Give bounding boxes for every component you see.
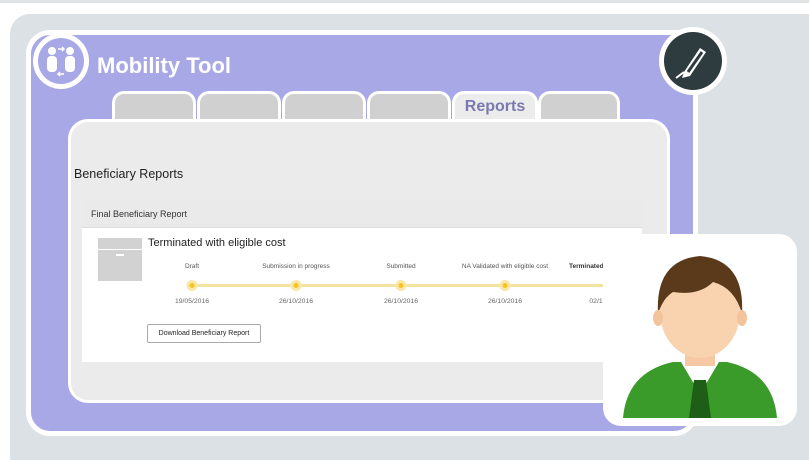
top-border: [0, 0, 809, 3]
step-date-validated: 26/10/2016: [487, 298, 523, 305]
report-card-title: Final Beneficiary Report: [91, 209, 188, 219]
logo-badge: [33, 33, 89, 89]
step-dot: [395, 280, 407, 291]
tab-6[interactable]: [538, 91, 620, 119]
step-dot: [499, 280, 511, 291]
tab-reports[interactable]: Reports: [452, 91, 538, 119]
step-label-submission: Submission in progress: [262, 263, 330, 270]
edit-badge[interactable]: [659, 27, 727, 95]
document-box-icon: [98, 238, 142, 281]
tab-2[interactable]: [197, 91, 281, 119]
pen-edit-icon: [675, 48, 706, 79]
avatar-card: [603, 234, 797, 426]
step-label-submitted: Submitted: [386, 263, 416, 270]
tab-4[interactable]: [367, 91, 451, 119]
step-date-submitted: 26/10/2016: [383, 298, 419, 305]
step-date-terminated: 02/1: [589, 298, 603, 305]
download-report-button[interactable]: Download Beneficiary Report: [147, 324, 261, 343]
step-date-draft: 19/05/2016: [174, 298, 210, 305]
tab-1[interactable]: [112, 91, 196, 119]
step-dot: [290, 280, 302, 291]
step-label-draft: Draft: [184, 263, 200, 270]
step-dot: [186, 280, 198, 291]
step-label-validated: NA Validated with eligible cost: [461, 263, 549, 270]
person-avatar-icon: [623, 256, 777, 418]
step-date-submission: 26/10/2016: [278, 298, 314, 305]
section-title: Beneficiary Reports: [74, 167, 184, 181]
people-exchange-icon: [47, 46, 75, 77]
app-title: Mobility Tool: [97, 53, 232, 78]
report-status: Terminated with eligible cost: [148, 237, 286, 249]
tab-3[interactable]: [282, 91, 366, 119]
